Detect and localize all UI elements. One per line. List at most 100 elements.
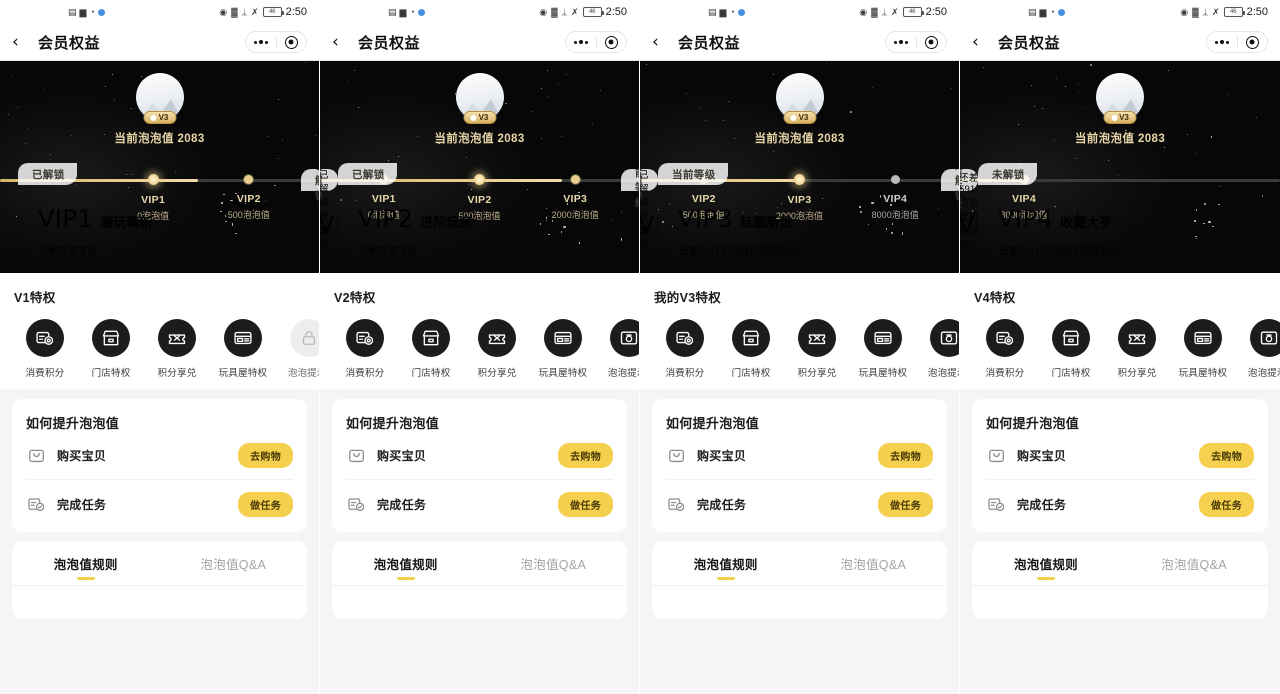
store-icon [732, 319, 770, 357]
privilege-item-toyhouse[interactable]: 玩具屋特权 [1170, 319, 1236, 379]
privilege-item-toyhouse[interactable]: 玩具屋特权 [530, 319, 596, 379]
privilege-item-toyhouse[interactable]: 玩具屋特权 [210, 319, 276, 379]
tab-qa[interactable]: 泡泡值Q&A [1120, 554, 1268, 573]
privilege-item-toyhouse[interactable]: 玩具屋特权 [850, 319, 916, 379]
tab-card: 泡泡值规则 泡泡值Q&A [332, 541, 627, 619]
tab-qa[interactable]: 泡泡值Q&A [480, 554, 628, 573]
level-card-vip3[interactable]: 当前等级VIP3娃圈新贵还差5917泡泡值可升级至V4 [658, 163, 942, 271]
badge-dot-icon [1111, 114, 1118, 121]
tab-qa[interactable]: 泡泡值Q&A [800, 554, 948, 573]
level-card-carousel[interactable]: 已解锁VIP1潮玩萌新已解锁该等级已解锁VIP2进阶玩家已解锁该等级当前等级VI… [320, 163, 639, 273]
privilege-label: 泡泡提示· [607, 368, 639, 379]
level-card-vip1[interactable]: 已解锁VIP1潮玩萌新已解锁该等级 [18, 163, 302, 271]
boost-action-button[interactable]: 去购物 [878, 443, 933, 468]
level-card-carousel[interactable]: 当前等级VIP3娃圈新贵还差5917泡泡值可升级至V4未解锁VIP4收藏大亨还差… [960, 163, 1280, 273]
level-card-vip3[interactable]: 当前等级VIP3娃圈新贵还差5917泡泡值可升级至V4 [621, 169, 639, 265]
avatar[interactable]: V3 [135, 73, 184, 124]
privilege-item-ticket[interactable]: 积分享兑 [144, 319, 210, 379]
target-icon[interactable] [597, 35, 627, 49]
back-icon[interactable]: ‹ [12, 33, 28, 51]
level-card-vip4[interactable]: 未解锁VIP4收藏大亨还差5917泡泡值可升级至V4 [978, 163, 1262, 271]
boost-title: 如何提升泡泡值 [26, 416, 120, 431]
target-icon[interactable] [917, 35, 947, 49]
level-card-carousel[interactable]: 已解锁VIP2进阶玩家已解锁该等级当前等级 VIP3 娃圈新贵还差5917泡泡值可升… [640, 163, 959, 273]
level-card-vip3[interactable]: 当前等级VIP3娃圈新贵还差5917泡泡值可升级至V4 [960, 169, 978, 265]
level-card-vip4[interactable]: 未解锁VIP4收藏大亨还差5917泡泡值可升级至V4 [941, 169, 959, 265]
more-options-icon[interactable] [1207, 40, 1237, 44]
privilege-item-store[interactable]: 门店特权 [78, 319, 144, 379]
boost-row: 购买宝贝 去购物 [26, 432, 293, 480]
privilege-item-store[interactable]: 门店特权 [718, 319, 784, 379]
target-icon[interactable] [277, 35, 307, 49]
privilege-label: 泡泡提示· [1247, 368, 1280, 379]
level-card-heading: VIP1 潮玩萌新 [38, 205, 152, 233]
boost-action-button[interactable]: 做任务 [1199, 491, 1254, 517]
privilege-item-card-points[interactable]: 消费积分 [652, 319, 718, 379]
privilege-item-card-points[interactable]: 消费积分 [12, 319, 78, 379]
mini-program-capsule [565, 31, 627, 53]
privilege-item-store[interactable]: 门店特权 [398, 319, 464, 379]
privilege-item-ticket[interactable]: 积分享兑 [784, 319, 850, 379]
store-icon [1052, 319, 1090, 357]
wifi-icon: ◔ [409, 6, 415, 17]
boost-row-label: 购买宝贝 [697, 449, 747, 463]
privilege-item-ticket[interactable]: 积分享兑 [464, 319, 530, 379]
boost-action-button[interactable]: 去购物 [1199, 443, 1254, 468]
status-bar-left: ▤ ▆ ◔ [708, 6, 745, 17]
toyhouse-icon [224, 319, 262, 357]
privileges-title: V2特权 [334, 291, 376, 305]
back-icon[interactable]: ‹ [652, 33, 668, 51]
privilege-item-store[interactable]: 门店特权 [1038, 319, 1104, 379]
back-icon[interactable]: ‹ [972, 33, 988, 51]
bubble-value-text: 当前泡泡值 2083 [754, 133, 845, 145]
more-options-icon[interactable] [566, 40, 596, 44]
more-options-icon[interactable] [886, 40, 916, 44]
level-card-ribbon: 当前等级 [658, 163, 728, 185]
tab-rules[interactable]: 泡泡值规则 [12, 554, 160, 573]
level-card-carousel[interactable]: 已解锁 VIP1 潮玩萌新已解锁该等级 已解锁VIP2进阶玩家已解锁该等级 [0, 163, 319, 273]
ticket-icon [798, 319, 836, 357]
lock-icon [290, 319, 319, 357]
boost-action-button[interactable]: 做任务 [238, 491, 293, 517]
privilege-item-card-points[interactable]: 消费积分 [332, 319, 398, 379]
screenshot-strip: ▤ ▆ ◔ ◉ ▓ ᛦ ✗ 46 2:50 ‹ 会员权益 V3 当前泡泡值 2083 VIP1 0泡泡值 VI… [0, 0, 1280, 694]
status-bar-time: 2:50 [605, 6, 627, 18]
level-card-vip1[interactable]: 已解锁VIP1潮玩萌新已解锁该等级 [320, 169, 338, 265]
avatar[interactable]: V3 [455, 73, 504, 124]
privilege-item-ticket[interactable]: 积分享兑 [1104, 319, 1170, 379]
tab-qa[interactable]: 泡泡值Q&A [160, 554, 308, 573]
toyhouse-icon [864, 319, 902, 357]
privilege-item-card-points[interactable]: 消费积分 [972, 319, 1038, 379]
privileges-section: V4特权消费积分 门店特权 积分享兑 玩具屋特权 6 泡泡提示· [960, 273, 1280, 389]
privilege-item-bubble-tip[interactable]: 6 泡泡提示· [916, 319, 959, 379]
boost-card: 如何提升泡泡值 购买宝贝 去购物 完成任务 做任务 [972, 399, 1268, 532]
boost-action-button[interactable]: 做任务 [558, 491, 613, 517]
shopping-bag-icon [666, 445, 687, 466]
avatar-level-badge: V3 [1103, 111, 1137, 124]
level-card-vip2[interactable]: 已解锁VIP2进阶玩家已解锁该等级 [338, 163, 622, 271]
signal-icon: ▆ [719, 6, 727, 17]
hero-section: V3 当前泡泡值 2083 VIP1 0泡泡值 VIP2 500泡泡值 已解锁 VIP1 潮玩萌… [0, 61, 319, 273]
content-body: 如何提升泡泡值 购买宝贝 去购物 完成任务 做任务 泡泡值规则 泡泡值Q&A [320, 389, 639, 619]
back-icon[interactable]: ‹ [332, 33, 348, 51]
more-options-icon[interactable] [246, 40, 276, 44]
privilege-item-bubble-tip[interactable]: 6 泡泡提示· [596, 319, 639, 379]
nav-bar: ‹ 会员权益 [0, 24, 319, 60]
avatar[interactable]: V3 [1096, 73, 1144, 124]
boost-action-button[interactable]: 去购物 [558, 443, 613, 468]
sim-icon: ▤ [68, 6, 77, 17]
level-card-vip2[interactable]: 已解锁VIP2进阶玩家已解锁该等级 [640, 169, 658, 265]
tab-rules[interactable]: 泡泡值规则 [652, 554, 800, 573]
boost-action-button[interactable]: 去购物 [238, 443, 293, 468]
boost-action-button[interactable]: 做任务 [878, 491, 933, 517]
avatar[interactable]: V3 [775, 73, 824, 124]
tab-rules[interactable]: 泡泡值规则 [332, 554, 480, 573]
privileges-section: V1特权消费积分 门店特权 积分享兑 玩具屋特权 泡泡提示· [0, 273, 319, 389]
target-icon[interactable] [1238, 35, 1268, 49]
privilege-item-bubble-tip[interactable]: 泡泡提示· [276, 319, 319, 379]
privilege-item-bubble-tip[interactable]: 6 泡泡提示· [1236, 319, 1280, 379]
tab-rules[interactable]: 泡泡值规则 [972, 554, 1120, 573]
shopping-bag-icon [346, 445, 367, 466]
boost-row-label: 购买宝贝 [1017, 449, 1067, 463]
level-card-vip2[interactable]: 已解锁VIP2进阶玩家已解锁该等级 [301, 169, 319, 265]
